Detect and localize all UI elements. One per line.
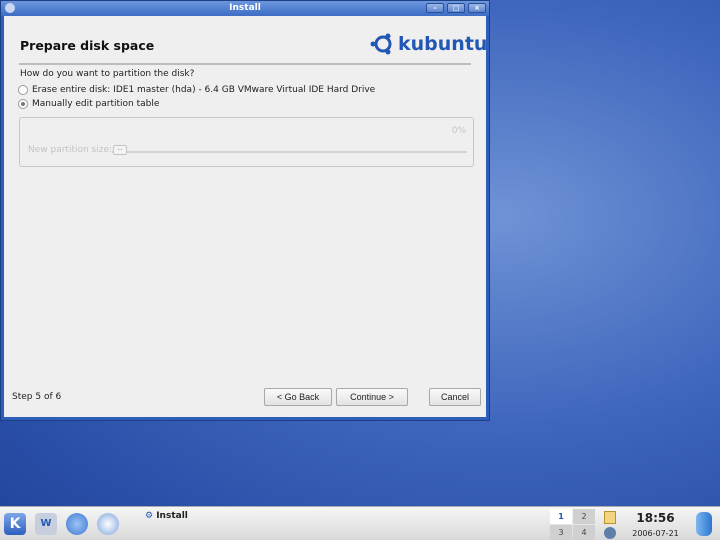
install-icon: ⚙ — [145, 511, 156, 521]
desktop-1[interactable]: 1 — [550, 509, 572, 524]
radio-button[interactable] — [18, 99, 28, 109]
clock-time[interactable]: 18:56 — [628, 511, 683, 525]
window-title: Install — [229, 3, 261, 13]
title-bar[interactable]: Install – □ × — [1, 1, 489, 16]
go-back-button[interactable]: < Go Back — [264, 388, 332, 406]
window-menu-icon[interactable] — [5, 3, 15, 13]
partition-size-slider[interactable]: ↔ — [113, 145, 127, 155]
taskbar-item-install[interactable]: ⚙ Install — [145, 511, 188, 521]
manual-partition-radio[interactable]: Manually edit partition table — [18, 99, 159, 109]
partition-percent: 0% — [452, 126, 466, 136]
desktop-icon[interactable] — [66, 513, 88, 535]
partition-size-group: 0% New partition size: ↔ — [19, 117, 474, 167]
kde-menu-icon[interactable]: K — [4, 513, 26, 535]
radio-button[interactable] — [18, 85, 28, 95]
erase-disk-radio[interactable]: Erase entire disk: IDE1 master (hda) - 6… — [18, 85, 375, 95]
clipboard-icon[interactable] — [604, 511, 616, 524]
header-divider — [19, 63, 471, 65]
close-button[interactable]: × — [468, 3, 486, 13]
cancel-button[interactable]: Cancel — [429, 388, 481, 406]
clock-date: 2006-07-21 — [628, 529, 683, 538]
browser-icon[interactable] — [97, 513, 119, 535]
partition-question: How do you want to partition the disk? — [20, 69, 194, 79]
kubuntu-logo-icon — [369, 32, 395, 56]
install-window: Install – □ × Prepare disk space kubuntu… — [0, 0, 490, 421]
page-title: Prepare disk space — [20, 38, 154, 53]
desktop-2[interactable]: 2 — [573, 509, 595, 524]
kubuntu-logo: kubuntu — [369, 32, 487, 56]
partition-size-track — [112, 151, 467, 153]
desktop-4[interactable]: 4 — [573, 525, 595, 540]
partition-size-label: New partition size: — [28, 145, 112, 155]
continue-button[interactable]: Continue > — [336, 388, 408, 406]
step-indicator: Step 5 of 6 — [12, 392, 61, 402]
maximize-button[interactable]: □ — [447, 3, 465, 13]
desktop-pager: 1 2 3 4 — [550, 509, 595, 540]
file-manager-icon[interactable]: W — [35, 513, 57, 535]
trash-icon[interactable] — [696, 512, 712, 536]
dialog-body: Prepare disk space kubuntu How do you wa… — [4, 16, 486, 417]
taskbar: K W ⚙ Install 1 2 3 4 18:56 2006-07-21 — [0, 506, 720, 540]
desktop-3[interactable]: 3 — [550, 525, 572, 540]
volume-icon[interactable] — [604, 527, 616, 539]
minimize-button[interactable]: – — [426, 3, 444, 13]
